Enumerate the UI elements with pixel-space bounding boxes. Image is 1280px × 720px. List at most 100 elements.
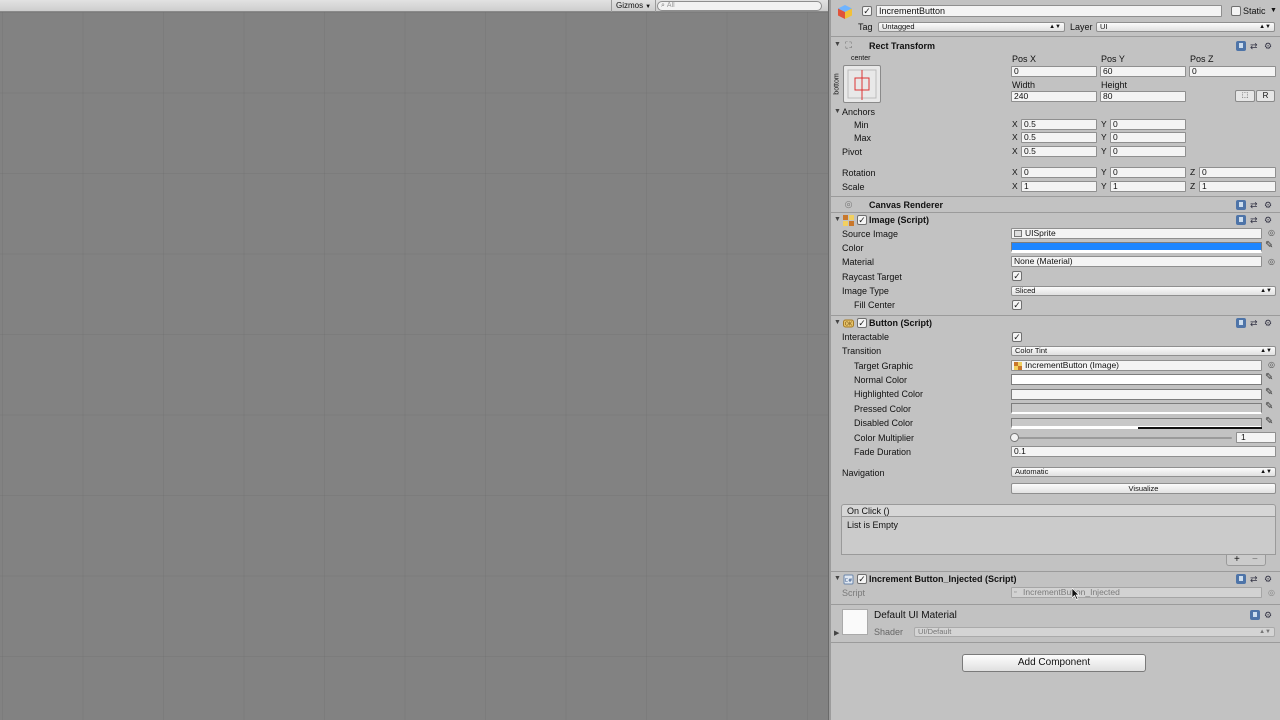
foldout-arrow-icon[interactable]: ▼ (834, 575, 841, 582)
rotation-x-field[interactable]: 0 (1021, 167, 1097, 178)
component-header-icons: ⇄ ⚙ (1236, 215, 1276, 226)
help-book-icon[interactable] (1236, 41, 1246, 51)
anchor-max-x-field[interactable]: 0.5 (1021, 132, 1097, 143)
foldout-arrow-icon[interactable]: ▼ (834, 319, 841, 326)
scene-toolbar: Gizmos ▼ ⌕ All (0, 0, 828, 12)
width-field[interactable]: 240 (1011, 91, 1097, 102)
scale-x-field[interactable]: 1 (1021, 181, 1097, 192)
highlighted-color-field[interactable] (1011, 389, 1262, 400)
transition-dropdown[interactable]: Color Tint ▲▼ (1011, 346, 1276, 356)
fade-duration-field[interactable]: 0.1 (1011, 446, 1276, 457)
object-picker-icon[interactable]: ◎ (1268, 257, 1275, 266)
rotation-label: Rotation (842, 168, 876, 178)
material-field[interactable]: None (Material) (1011, 256, 1262, 267)
height-field[interactable]: 80 (1100, 91, 1186, 102)
preset-icon[interactable]: ⇄ (1250, 215, 1258, 226)
help-book-icon[interactable] (1236, 574, 1246, 584)
raw-edit-button[interactable]: R (1256, 90, 1275, 102)
gear-icon[interactable]: ⚙ (1264, 574, 1272, 585)
pos-y-field[interactable]: 60 (1100, 66, 1186, 77)
add-component-button[interactable]: Add Component (962, 654, 1146, 672)
divider (831, 196, 1280, 197)
visualize-button[interactable]: Visualize (1011, 483, 1276, 494)
gear-icon[interactable]: ⚙ (1264, 318, 1272, 329)
preset-icon[interactable]: ⇄ (1250, 574, 1258, 585)
pos-z-field[interactable]: 0 (1189, 66, 1276, 77)
tag-dropdown[interactable]: Untagged ▲▼ (878, 22, 1065, 32)
script-enabled-checkbox[interactable]: ✓ (857, 574, 867, 584)
fill-center-checkbox[interactable]: ✓ (1012, 300, 1022, 310)
foldout-arrow-icon[interactable]: ▼ (834, 216, 841, 223)
foldout-arrow-icon[interactable]: ▼ (834, 41, 841, 48)
anchor-max-y-field[interactable]: 0 (1110, 132, 1186, 143)
anchor-min-y-field[interactable]: 0 (1110, 119, 1186, 130)
static-dropdown-icon[interactable]: ▼ (1270, 5, 1277, 17)
normal-color-field[interactable] (1011, 374, 1262, 385)
scale-y-field[interactable]: 1 (1110, 181, 1186, 192)
gear-icon[interactable]: ⚙ (1264, 200, 1272, 211)
blueprint-mode-button[interactable]: ⬚ (1235, 90, 1255, 102)
gizmos-dropdown[interactable]: Gizmos ▼ (611, 0, 657, 12)
chevron-updown-icon: ▲▼ (1260, 348, 1272, 354)
pivot-x-field[interactable]: 0.5 (1021, 146, 1097, 157)
image-type-dropdown[interactable]: Sliced ▲▼ (1011, 286, 1276, 296)
layer-dropdown[interactable]: UI ▲▼ (1096, 22, 1275, 32)
axis-y-label: Y (1101, 167, 1107, 177)
eyedropper-icon[interactable]: ✎ (1265, 416, 1273, 427)
onclick-list-footer: + − (1226, 554, 1266, 566)
help-book-icon[interactable] (1236, 318, 1246, 328)
gear-icon[interactable]: ⚙ (1264, 215, 1272, 226)
scene-view[interactable]: Gizmos ▼ ⌕ All (0, 0, 828, 720)
object-picker-icon[interactable]: ◎ (1268, 360, 1275, 369)
navigation-dropdown[interactable]: Automatic ▲▼ (1011, 467, 1276, 477)
scene-search-input[interactable]: ⌕ All (657, 1, 822, 11)
preset-icon[interactable]: ⇄ (1250, 318, 1258, 329)
help-book-icon[interactable] (1236, 215, 1246, 225)
shader-dropdown[interactable]: UI/Default ▲▼ (914, 627, 1275, 637)
pivot-y-field[interactable]: 0 (1110, 146, 1186, 157)
axis-x-label: X (1012, 181, 1018, 191)
preset-icon[interactable]: ⇄ (1250, 200, 1258, 211)
button-enabled-checkbox[interactable]: ✓ (857, 318, 867, 328)
material-foldout-icon[interactable]: ▶ (834, 629, 839, 637)
gear-icon[interactable]: ⚙ (1264, 41, 1272, 52)
help-book-icon[interactable] (1236, 200, 1246, 210)
static-checkbox[interactable] (1231, 6, 1241, 16)
rotation-y-field[interactable]: 0 (1110, 167, 1186, 178)
anchors-foldout-icon[interactable]: ▼ (834, 108, 841, 115)
add-event-button[interactable]: + (1234, 554, 1240, 566)
color-multiplier-slider-thumb[interactable] (1010, 433, 1019, 442)
eyedropper-icon[interactable]: ✎ (1265, 401, 1273, 412)
tag-value: Untagged (882, 22, 915, 31)
color-multiplier-slider-track[interactable] (1014, 437, 1232, 439)
pressed-color-field[interactable] (1011, 403, 1262, 414)
help-book-icon[interactable] (1250, 610, 1260, 620)
preset-icon[interactable]: ⇄ (1250, 41, 1258, 52)
axis-x-label: X (1012, 167, 1018, 177)
fill-center-label: Fill Center (854, 300, 896, 310)
active-checkbox[interactable]: ✓ (862, 6, 872, 16)
object-picker-icon[interactable]: ◎ (1268, 228, 1275, 237)
raycast-target-checkbox[interactable]: ✓ (1012, 271, 1022, 281)
eyedropper-icon[interactable]: ✎ (1265, 240, 1273, 251)
eyedropper-icon[interactable]: ✎ (1265, 372, 1273, 383)
target-graphic-field[interactable]: IncrementButton (Image) (1011, 360, 1262, 371)
material-preview (842, 609, 868, 635)
disabled-color-field[interactable] (1011, 418, 1262, 429)
scale-z-field[interactable]: 1 (1199, 181, 1276, 192)
mouse-cursor-icon (1071, 587, 1080, 600)
raycast-target-label: Raycast Target (842, 272, 902, 282)
eyedropper-icon[interactable]: ✎ (1265, 387, 1273, 398)
gear-icon[interactable]: ⚙ (1264, 610, 1272, 621)
source-image-field[interactable]: UISprite (1011, 228, 1262, 239)
color-field[interactable] (1011, 242, 1262, 253)
interactable-checkbox[interactable]: ✓ (1012, 332, 1022, 342)
anchor-min-x-field[interactable]: 0.5 (1021, 119, 1097, 130)
remove-event-button[interactable]: − (1252, 554, 1258, 566)
color-multiplier-field[interactable]: 1 (1236, 432, 1276, 443)
pos-x-field[interactable]: 0 (1011, 66, 1097, 77)
rotation-z-field[interactable]: 0 (1199, 167, 1276, 178)
image-enabled-checkbox[interactable]: ✓ (857, 215, 867, 225)
gameobject-name-field[interactable]: IncrementButton (876, 5, 1222, 17)
anchor-presets-button[interactable] (843, 65, 881, 103)
